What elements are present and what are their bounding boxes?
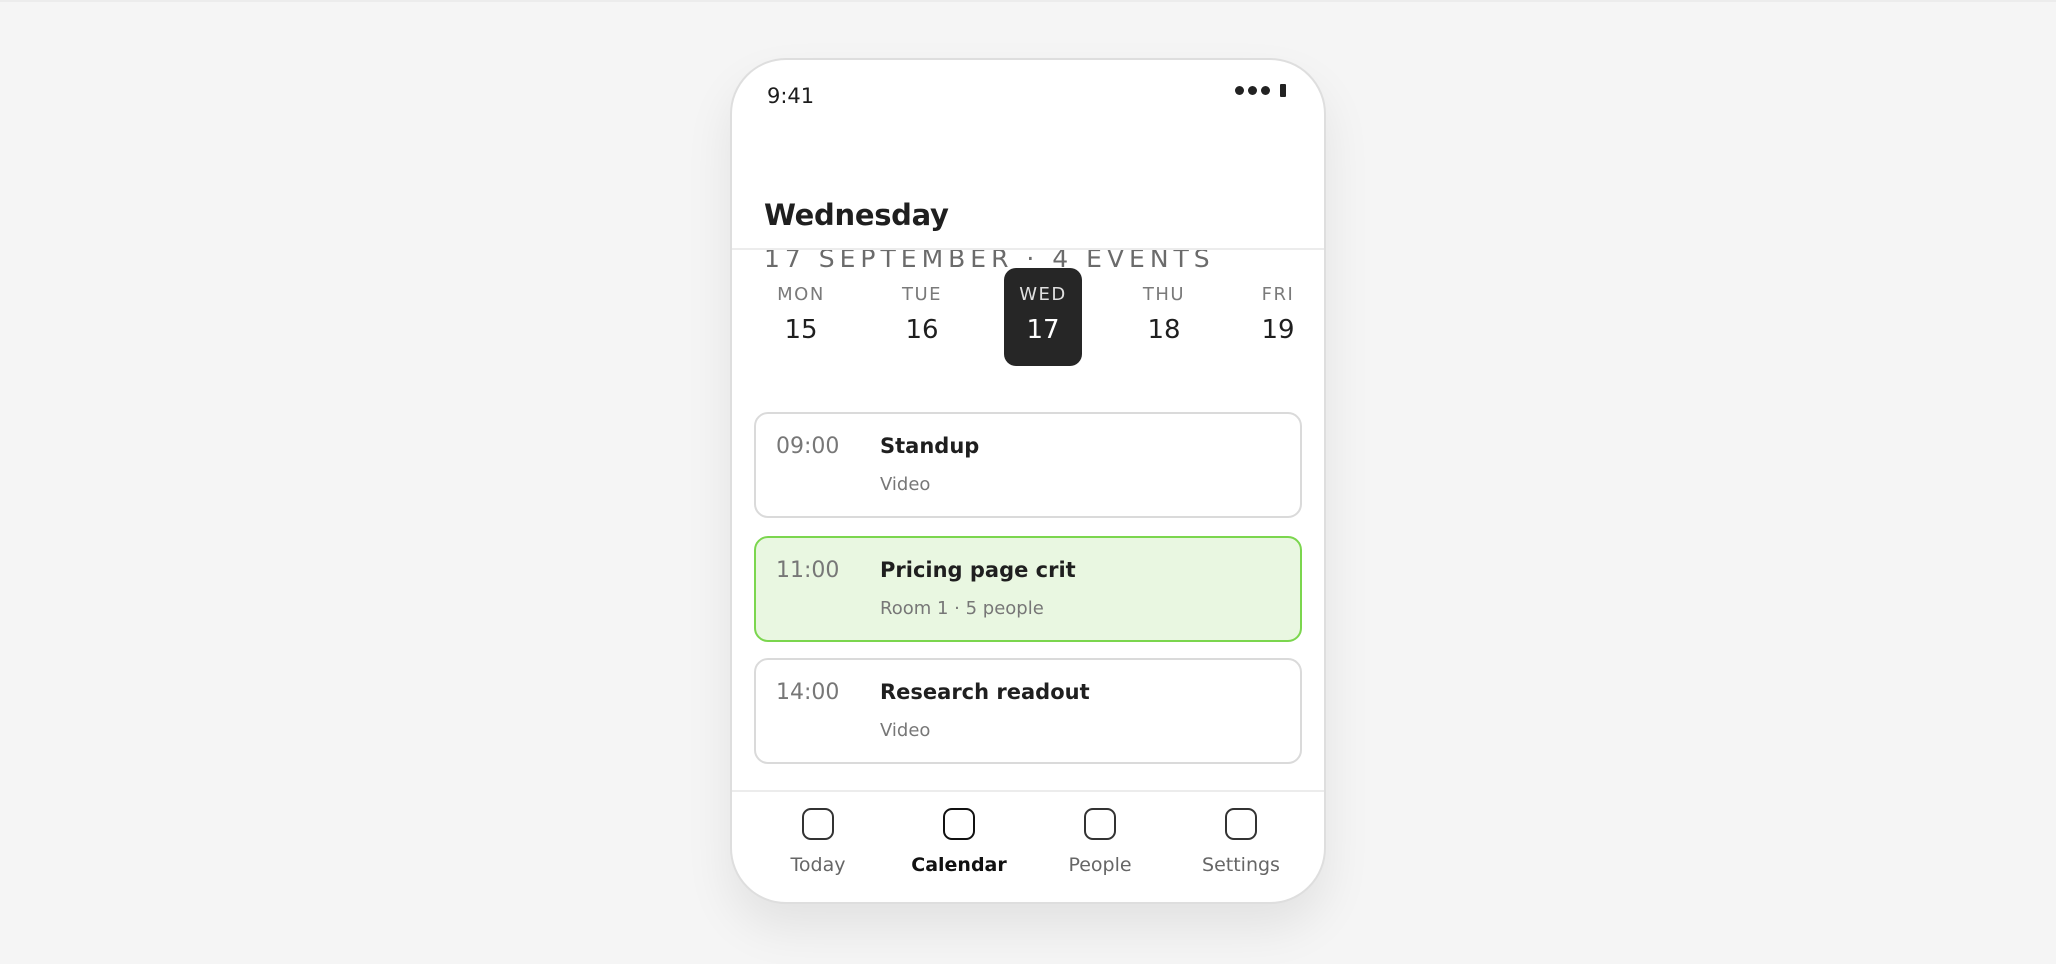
event-card-highlighted[interactable]: 11:00 Pricing page crit Room 1 · 5 peopl…	[754, 536, 1302, 642]
status-icons	[1235, 84, 1286, 97]
event-meta: Room 1 · 5 people	[880, 598, 1044, 619]
tab-people[interactable]: People	[1040, 800, 1160, 876]
tab-bar-divider	[732, 790, 1324, 792]
day-number: 15	[784, 315, 818, 345]
day-name: MON	[777, 284, 825, 305]
day-name: FRI	[1261, 284, 1295, 305]
day-wed[interactable]: WED 17	[1004, 268, 1082, 366]
top-divider	[0, 0, 2056, 2]
page-title: Wednesday	[764, 198, 949, 232]
calendar-icon	[943, 808, 975, 840]
day-thu[interactable]: THU 18	[1125, 268, 1203, 366]
tab-label: Today	[790, 854, 846, 876]
event-card[interactable]: 09:00 Standup Video	[754, 412, 1302, 518]
status-bar: 9:41	[732, 60, 1324, 140]
today-icon	[802, 808, 834, 840]
settings-icon	[1225, 808, 1257, 840]
event-time: 14:00	[776, 680, 840, 705]
event-card[interactable]: 14:00 Research readout Video	[754, 658, 1302, 764]
battery-icon	[1280, 84, 1286, 97]
event-time: 11:00	[776, 558, 840, 583]
day-number: 16	[905, 315, 939, 345]
event-title: Research readout	[880, 680, 1090, 704]
event-meta: Video	[880, 474, 931, 495]
tab-settings[interactable]: Settings	[1181, 800, 1301, 876]
phone-frame: 9:41 Wednesday 17 SEPTEMBER · 4 EVENTS M…	[730, 58, 1326, 904]
event-time: 09:00	[776, 434, 840, 459]
header-divider	[732, 248, 1324, 250]
tab-label: People	[1068, 854, 1132, 876]
tab-label: Settings	[1202, 854, 1280, 876]
day-fri[interactable]: FRI 19	[1239, 268, 1317, 366]
day-number: 17	[1026, 315, 1060, 345]
day-header: Wednesday 17 SEPTEMBER · 4 EVENTS	[764, 198, 1292, 273]
day-strip: MON 15 TUE 16 WED 17 THU 18 FRI 19	[744, 268, 1312, 368]
tab-today[interactable]: Today	[758, 800, 878, 876]
people-icon	[1084, 808, 1116, 840]
day-mon[interactable]: MON 15	[762, 268, 840, 366]
tab-bar: Today Calendar People Settings	[732, 800, 1324, 900]
tab-calendar[interactable]: Calendar	[899, 800, 1019, 876]
day-number: 19	[1261, 315, 1295, 345]
event-title: Pricing page crit	[880, 558, 1076, 582]
day-name: WED	[1019, 284, 1067, 305]
tab-label: Calendar	[911, 854, 1007, 876]
event-title: Standup	[880, 434, 980, 458]
status-time: 9:41	[767, 84, 815, 108]
day-name: TUE	[901, 284, 943, 305]
event-meta: Video	[880, 720, 931, 741]
day-number: 18	[1147, 315, 1181, 345]
signal-dots-icon	[1235, 86, 1270, 95]
day-name: THU	[1142, 284, 1186, 305]
day-tue[interactable]: TUE 16	[883, 268, 961, 366]
